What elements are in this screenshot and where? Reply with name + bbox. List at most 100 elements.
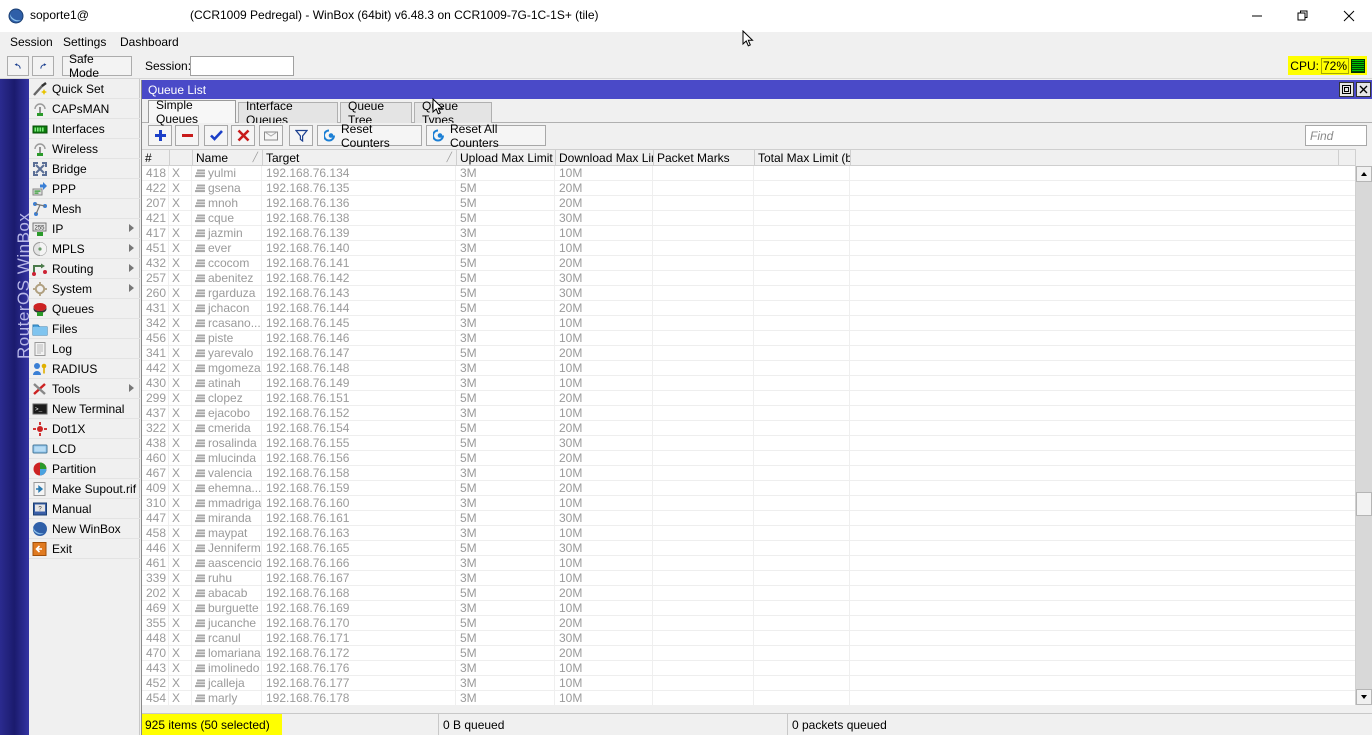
tab-queue-tree[interactable]: Queue Tree [340,102,412,123]
tab-simple-queues[interactable]: Simple Queues [148,100,236,123]
sidebar-item-mpls[interactable]: MPLS [29,239,140,259]
column-header-target[interactable]: Target╱ [263,150,457,166]
sidebar-item-ip[interactable]: 255IP [29,219,140,239]
close-button[interactable] [1326,0,1372,32]
table-row[interactable]: 260Xrgarduza192.168.76.1435M30M [142,286,1356,301]
sidebar-item-queues[interactable]: Queues [29,299,140,319]
sidebar-item-new-winbox[interactable]: New WinBox [29,519,140,539]
table-row[interactable]: 431Xjchacon192.168.76.1445M20M [142,301,1356,316]
table-row[interactable]: 432Xccocom192.168.76.1415M20M [142,256,1356,271]
table-row[interactable]: 451Xever192.168.76.1403M10M [142,241,1356,256]
reset-counters[interactable]: Reset Counters [317,125,422,146]
table-row[interactable]: 438Xrosalinda192.168.76.1555M30M [142,436,1356,451]
table-row[interactable]: 454Xmarly192.168.76.1783M10M [142,691,1356,705]
column-header-tml[interactable]: Total Max Limit (bi... [755,150,851,166]
table-row[interactable]: 257Xabenitez192.168.76.1425M30M [142,271,1356,286]
minimize-button[interactable] [1234,0,1280,32]
tab-interface-queues[interactable]: Interface Queues [238,102,338,123]
sidebar-item-routing[interactable]: Routing [29,259,140,279]
scrollbar-thumb[interactable] [1356,492,1372,516]
table-row[interactable]: 430Xatinah192.168.76.1493M10M [142,376,1356,391]
table-row[interactable]: 443Ximolinedo192.168.76.1763M10M [142,661,1356,676]
table-row[interactable]: 447Xmiranda192.168.76.1615M30M [142,511,1356,526]
sidebar-item-tools[interactable]: Tools [29,379,140,399]
table-row[interactable]: 442Xmgomeza192.168.76.1483M10M [142,361,1356,376]
table-row[interactable]: 456Xpiste192.168.76.1463M10M [142,331,1356,346]
sidebar-item-capsman[interactable]: CAPsMAN [29,99,140,119]
table-row[interactable]: 202Xabacab192.168.76.1685M20M [142,586,1356,601]
table-row[interactable]: 421Xcque192.168.76.1385M30M [142,211,1356,226]
remove-button[interactable] [175,125,199,146]
table-row[interactable]: 458Xmaypat192.168.76.1633M10M [142,526,1356,541]
table-row[interactable]: 437Xejacobo192.168.76.1523M10M [142,406,1356,421]
sidebar-item-quick-set[interactable]: Quick Set [29,79,140,99]
sidebar-item-lcd[interactable]: LCD [29,439,140,459]
table-row[interactable]: 448Xrcanul192.168.76.1715M30M [142,631,1356,646]
sidebar-item-mesh[interactable]: Mesh [29,199,140,219]
comment-button[interactable] [259,125,283,146]
find-input[interactable]: Find [1305,125,1367,146]
table-row[interactable]: 418Xyulmi192.168.76.1343M10M [142,166,1356,181]
table-row[interactable]: 446XJenniferm192.168.76.1655M30M [142,541,1356,556]
sidebar-item-log[interactable]: Log [29,339,140,359]
sidebar-item-manual[interactable]: ?Manual [29,499,140,519]
table-row[interactable]: 417Xjazmin192.168.76.1393M10M [142,226,1356,241]
session-input[interactable] [190,56,294,76]
cell-download-max-limit: 10M [556,241,653,255]
sidebar-item-wireless[interactable]: Wireless [29,139,140,159]
sidebar-item-make-supout-rif[interactable]: Make Supout.rif [29,479,140,499]
sidebar-item-exit[interactable]: Exit [29,539,140,559]
sidebar-item-ppp[interactable]: PPP [29,179,140,199]
scroll-up-button[interactable] [1356,166,1372,182]
table-row[interactable]: 409Xehemna...192.168.76.1595M20M [142,481,1356,496]
tab-queue-types[interactable]: Queue Types [414,102,492,123]
safe-mode-button[interactable]: Safe Mode [62,56,132,76]
column-header-pm[interactable]: Packet Marks [654,150,755,166]
table-row[interactable]: 299Xclopez192.168.76.1515M20M [142,391,1356,406]
menu-dashboard[interactable]: Dashboard [115,34,184,51]
sidebar-item-interfaces[interactable]: Interfaces [29,119,140,139]
sidebar-item-partition[interactable]: Partition [29,459,140,479]
sidebar-item-system[interactable]: System [29,279,140,299]
table-row[interactable]: 470Xlomariana192.168.76.1725M20M [142,646,1356,661]
column-header-up[interactable]: Upload Max Limit [457,150,556,166]
vertical-scrollbar[interactable] [1355,149,1372,705]
table-row[interactable]: 310Xmmadrigal192.168.76.1603M10M [142,496,1356,511]
scrollbar-track[interactable] [1356,182,1372,689]
maximize-restore-button[interactable] [1280,0,1326,32]
table-row[interactable]: 422Xgsena192.168.76.1355M20M [142,181,1356,196]
filter-button[interactable] [289,125,313,146]
sidebar-item-dot1x[interactable]: Dot1X [29,419,140,439]
undo-arrow-icon[interactable] [7,56,29,76]
table-row[interactable]: 452Xjcalleja192.168.76.1773M10M [142,676,1356,691]
table-row[interactable]: 341Xyarevalo192.168.76.1475M20M [142,346,1356,361]
sidebar-item-files[interactable]: Files [29,319,140,339]
column-header-down[interactable]: Download Max Limit [556,150,654,166]
column-header-flag[interactable] [170,150,193,166]
add-button[interactable] [148,125,172,146]
scroll-down-button[interactable] [1356,689,1372,705]
redo-arrow-icon[interactable] [32,56,54,76]
sidebar-item-new-terminal[interactable]: >_New Terminal [29,399,140,419]
sidebar-item-bridge[interactable]: Bridge [29,159,140,179]
menu-session[interactable]: Session [5,34,58,51]
table-row[interactable]: 461Xaascencio192.168.76.1663M10M [142,556,1356,571]
restore-icon[interactable] [1339,82,1354,97]
sidebar-item-radius[interactable]: RADIUS [29,359,140,379]
table-row[interactable]: 467Xvalencia192.168.76.1583M10M [142,466,1356,481]
column-header-name[interactable]: Name╱ [193,150,263,166]
table-row[interactable]: 322Xcmerida192.168.76.1545M20M [142,421,1356,436]
table-row[interactable]: 207Xmnoh192.168.76.1365M20M [142,196,1356,211]
disable-button[interactable] [231,125,255,146]
column-header-num[interactable]: # [142,150,170,166]
table-row[interactable]: 339Xruhu192.168.76.1673M10M [142,571,1356,586]
table-row[interactable]: 469Xburguette192.168.76.1693M10M [142,601,1356,616]
reset-all-counters[interactable]: Reset All Counters [426,125,546,146]
menu-settings[interactable]: Settings [58,34,111,51]
table-row[interactable]: 460Xmlucinda192.168.76.1565M20M [142,451,1356,466]
table-row[interactable]: 342Xrcasano...192.168.76.1453M10M [142,316,1356,331]
table-row[interactable]: 355Xjucanche192.168.76.1705M20M [142,616,1356,631]
close-icon[interactable] [1356,82,1371,97]
enable-button[interactable] [204,125,228,146]
queue-table-body[interactable]: 418Xyulmi192.168.76.1343M10M422Xgsena192… [142,166,1356,705]
